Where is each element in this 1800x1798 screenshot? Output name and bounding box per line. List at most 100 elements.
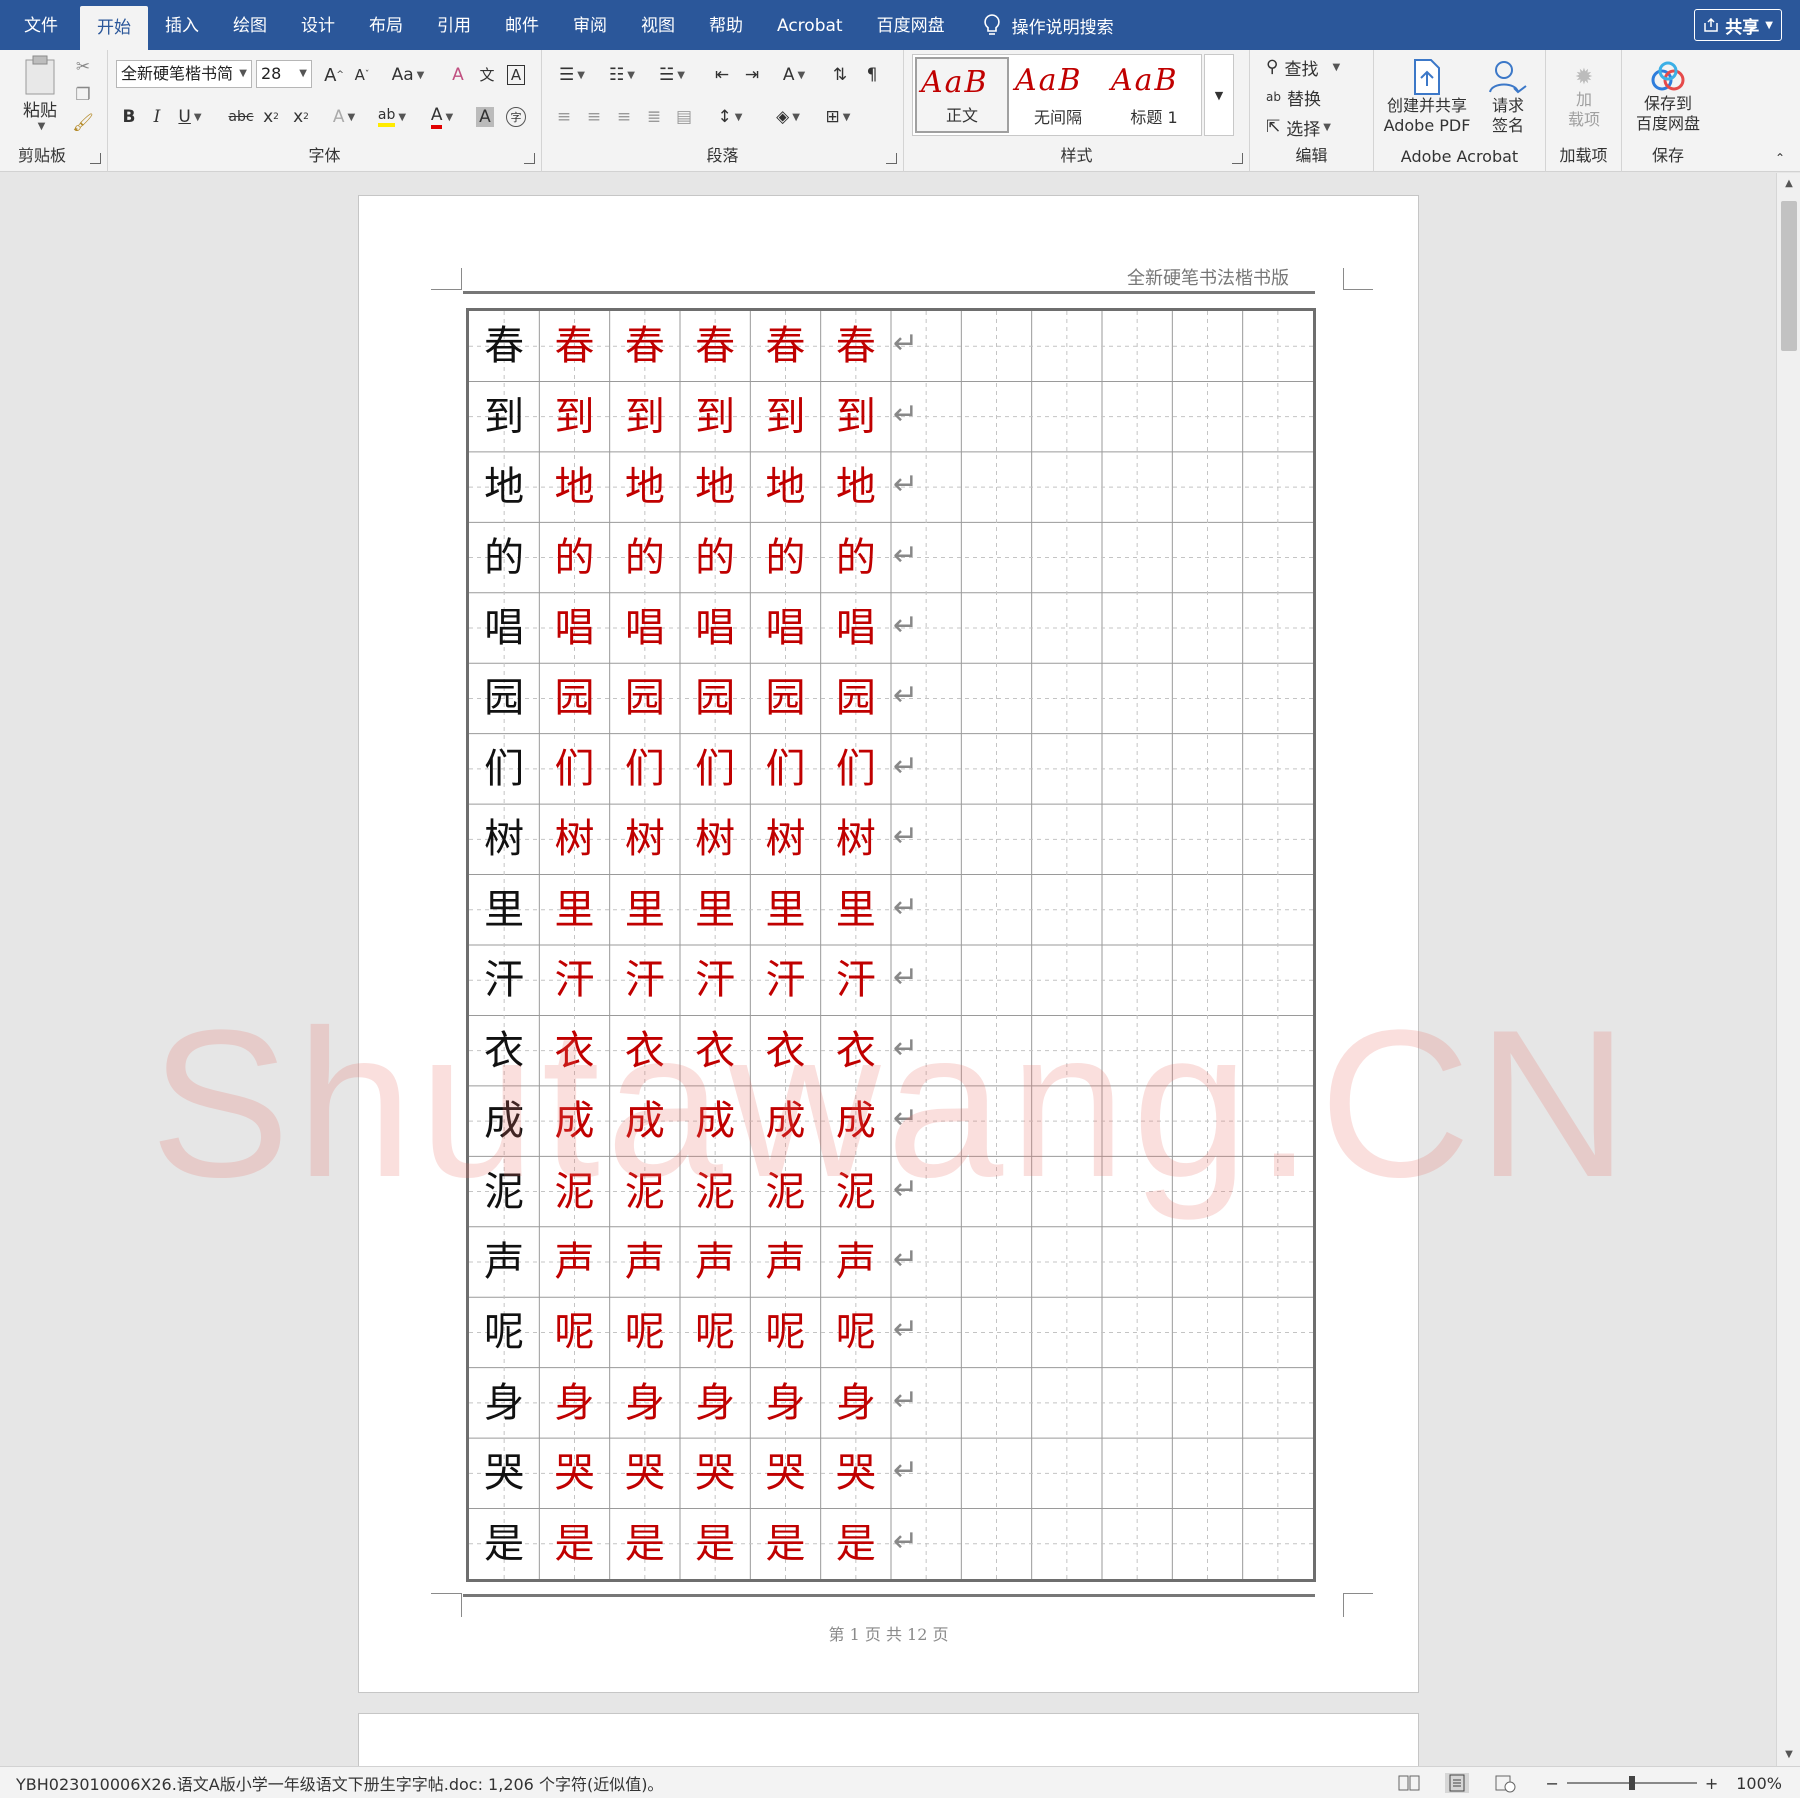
tab-10[interactable]: 帮助: [692, 0, 760, 50]
model-character[interactable]: 春: [469, 311, 539, 381]
trace-character[interactable]: 汗: [821, 945, 891, 1015]
trace-character[interactable]: 到: [751, 382, 821, 452]
paragraph-dialog-launcher[interactable]: [886, 153, 897, 164]
model-character[interactable]: 们: [469, 734, 539, 804]
trace-character[interactable]: 们: [821, 734, 891, 804]
next-page[interactable]: [358, 1713, 1419, 1766]
character-border-button[interactable]: A: [504, 62, 528, 88]
model-character[interactable]: 园: [469, 663, 539, 733]
trace-character[interactable]: 里: [821, 875, 891, 945]
character-shading-button[interactable]: A: [474, 104, 496, 130]
trace-character[interactable]: 是: [610, 1509, 680, 1579]
trace-character[interactable]: 的: [751, 523, 821, 593]
clear-formatting-button[interactable]: A: [446, 62, 470, 88]
trace-character[interactable]: 唱: [821, 593, 891, 663]
text-effects-button[interactable]: A ▼: [326, 104, 362, 130]
line-spacing-button[interactable]: ↕ ▼: [710, 104, 750, 130]
model-character[interactable]: 呢: [469, 1297, 539, 1367]
zoom-in-icon[interactable]: +: [1705, 1774, 1718, 1793]
show-marks-button[interactable]: ¶: [860, 62, 884, 88]
zoom-out-icon[interactable]: −: [1545, 1774, 1558, 1793]
scroll-down-arrow-icon[interactable]: ▼: [1777, 1744, 1800, 1766]
trace-character[interactable]: 地: [540, 452, 610, 522]
model-character[interactable]: 的: [469, 523, 539, 593]
format-painter-button[interactable]: 🖌: [72, 112, 94, 134]
select-button[interactable]: ⇱ 选择 ▼: [1266, 114, 1331, 140]
tab-12[interactable]: 百度网盘: [860, 0, 962, 50]
trace-character[interactable]: 们: [680, 734, 750, 804]
trace-character[interactable]: 里: [751, 875, 821, 945]
trace-character[interactable]: 园: [751, 663, 821, 733]
model-character[interactable]: 地: [469, 452, 539, 522]
trace-character[interactable]: 是: [680, 1509, 750, 1579]
trace-character[interactable]: 到: [821, 382, 891, 452]
addins-button[interactable]: ✹ 加 载项: [1554, 54, 1614, 140]
trace-character[interactable]: 地: [680, 452, 750, 522]
bold-button[interactable]: B: [118, 104, 140, 130]
justify-button[interactable]: ≣: [642, 104, 666, 130]
trace-character[interactable]: 衣: [821, 1016, 891, 1086]
page-footer[interactable]: 第 1 页 共 12 页: [359, 1621, 1418, 1645]
model-character[interactable]: 里: [469, 875, 539, 945]
trace-character[interactable]: 声: [751, 1227, 821, 1297]
trace-character[interactable]: 里: [680, 875, 750, 945]
trace-character[interactable]: 哭: [610, 1438, 680, 1508]
phonetic-guide-button[interactable]: 文: [474, 60, 500, 88]
clipboard-dialog-launcher[interactable]: [90, 153, 101, 164]
trace-character[interactable]: 是: [540, 1509, 610, 1579]
trace-character[interactable]: 的: [540, 523, 610, 593]
trace-character[interactable]: 哭: [751, 1438, 821, 1508]
shading-button[interactable]: ◈ ▼: [768, 104, 808, 130]
decrease-indent-button[interactable]: ⇤: [710, 62, 734, 88]
trace-character[interactable]: 到: [680, 382, 750, 452]
page-header[interactable]: 全新硬笔书法楷书版: [1127, 264, 1289, 290]
trace-character[interactable]: 成: [680, 1086, 750, 1156]
trace-character[interactable]: 成: [540, 1086, 610, 1156]
paste-button[interactable]: 粘贴 ▼: [12, 54, 68, 132]
tab-8[interactable]: 审阅: [556, 0, 624, 50]
tab-5[interactable]: 布局: [352, 0, 420, 50]
shrink-font-button[interactable]: Aˇ: [350, 62, 374, 88]
tab-1[interactable]: 开始: [80, 6, 148, 50]
font-size-combo[interactable]: 28 ▼: [256, 60, 312, 88]
trace-character[interactable]: 哭: [821, 1438, 891, 1508]
font-color-button[interactable]: A ▼: [422, 104, 462, 130]
create-share-pdf-button[interactable]: 创建并共享 Adobe PDF: [1380, 54, 1474, 140]
model-character[interactable]: 树: [469, 804, 539, 874]
trace-character[interactable]: 树: [751, 804, 821, 874]
trace-character[interactable]: 泥: [540, 1157, 610, 1227]
trace-character[interactable]: 衣: [751, 1016, 821, 1086]
tab-3[interactable]: 绘图: [216, 0, 284, 50]
font-dialog-launcher[interactable]: [524, 153, 535, 164]
trace-character[interactable]: 园: [821, 663, 891, 733]
print-layout-icon[interactable]: [1445, 1773, 1470, 1793]
trace-character[interactable]: 身: [821, 1368, 891, 1438]
numbering-button[interactable]: ☷ ▼: [602, 62, 642, 88]
trace-character[interactable]: 地: [751, 452, 821, 522]
trace-character[interactable]: 声: [680, 1227, 750, 1297]
trace-character[interactable]: 汗: [610, 945, 680, 1015]
trace-character[interactable]: 成: [610, 1086, 680, 1156]
trace-character[interactable]: 到: [610, 382, 680, 452]
trace-character[interactable]: 成: [751, 1086, 821, 1156]
scroll-up-arrow-icon[interactable]: ▲: [1777, 173, 1800, 195]
collapse-ribbon-button[interactable]: ⌃: [1770, 148, 1790, 168]
multilevel-list-button[interactable]: ☱ ▼: [652, 62, 692, 88]
trace-character[interactable]: 春: [610, 311, 680, 381]
trace-character[interactable]: 里: [540, 875, 610, 945]
model-character[interactable]: 唱: [469, 593, 539, 663]
trace-character[interactable]: 呢: [821, 1297, 891, 1367]
trace-character[interactable]: 树: [540, 804, 610, 874]
trace-character[interactable]: 泥: [680, 1157, 750, 1227]
request-signature-button[interactable]: 请求 签名: [1478, 54, 1538, 140]
highlight-color-button[interactable]: ab ▼: [372, 104, 412, 130]
trace-character[interactable]: 哭: [540, 1438, 610, 1508]
document-page[interactable]: 全新硬笔书法楷书版 春春春春春春 ↵ 到到到到到到 ↵ 地地地地地地 ↵ 的的的的的的 ↵ 唱唱…: [358, 195, 1419, 1693]
strikethrough-button[interactable]: abc: [228, 104, 254, 130]
cut-button[interactable]: ✂: [72, 56, 94, 78]
tab-6[interactable]: 引用: [420, 0, 488, 50]
trace-character[interactable]: 树: [610, 804, 680, 874]
increase-indent-button[interactable]: ⇥: [740, 62, 764, 88]
sort-button[interactable]: ⇅: [828, 62, 852, 88]
tell-me-search[interactable]: 操作说明搜索: [982, 13, 1114, 38]
